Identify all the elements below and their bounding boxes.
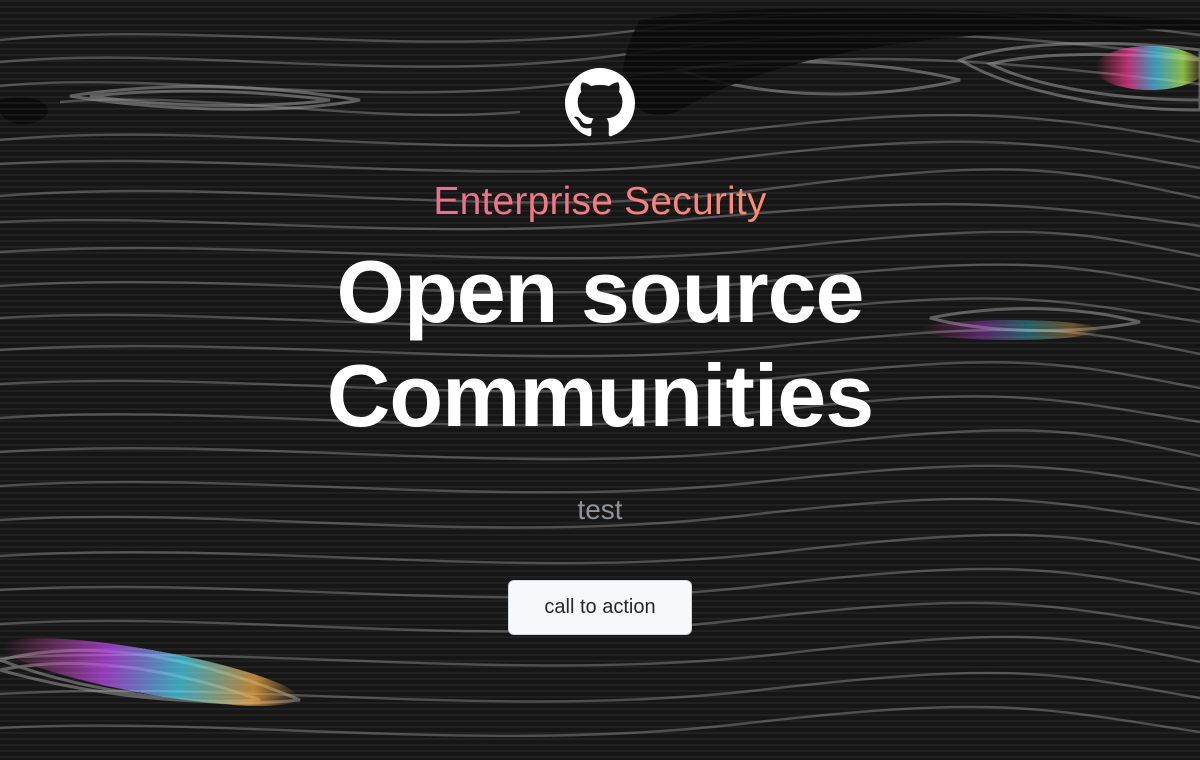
call-to-action-button[interactable]: call to action — [508, 580, 692, 635]
hero-headline: Open source Communities — [0, 240, 1200, 448]
hero-section: Enterprise Security Open source Communit… — [0, 0, 1200, 760]
eyebrow-heading: Enterprise Security — [0, 178, 1200, 226]
headline-line-2: Communities — [326, 346, 874, 445]
hero-content: Enterprise Security Open source Communit… — [0, 0, 1200, 760]
headline-line-1: Open source — [336, 242, 865, 341]
eyebrow-label: Enterprise Security — [433, 178, 766, 226]
github-octocat-icon[interactable] — [565, 68, 635, 138]
hero-subtext: test — [577, 494, 623, 525]
